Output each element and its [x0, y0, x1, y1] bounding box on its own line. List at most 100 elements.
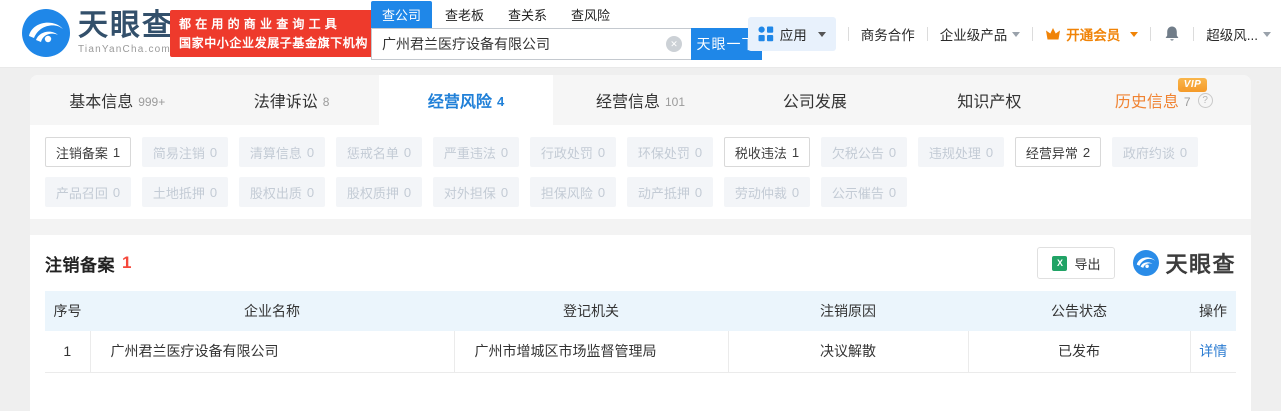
filter-label: 经营异常	[1026, 143, 1078, 162]
search-area: 查公司 查老板 查关系 查风险 天眼一下	[371, 3, 762, 60]
notification-bell-icon[interactable]	[1163, 25, 1181, 43]
filter-count: 0	[695, 185, 702, 200]
promo-banner[interactable]: 都在用的商业查询工具 国家中小企业发展子基金旗下机构	[170, 10, 377, 57]
page: 天眼查 TianYanCha.com 都在用的商业查询工具 国家中小企业发展子基…	[0, 0, 1281, 411]
filter-tax-arrears: 欠税公告0	[821, 137, 907, 167]
open-vip-button[interactable]: 开通会员	[1045, 24, 1138, 44]
divider	[848, 27, 849, 41]
company-detail-card: 基本信息 999+ 法律诉讼 8 经营风险 4 经营信息 101 公司发展 知识…	[30, 75, 1251, 411]
filter-count: 0	[792, 185, 799, 200]
cell-cancellation-reason: 决议解散	[728, 331, 968, 372]
section-count: 1	[122, 253, 131, 273]
divider	[927, 27, 928, 41]
brand-domain: TianYanCha.com	[78, 44, 174, 55]
nav-super-risk-label: 超级风...	[1206, 24, 1258, 44]
clear-icon[interactable]	[666, 36, 682, 52]
watermark-logo: 天眼查	[1133, 247, 1236, 279]
tab-company-development[interactable]: 公司发展	[728, 75, 902, 125]
filter-simple-cancellation: 简易注销 0	[142, 137, 228, 167]
crown-icon	[1045, 27, 1061, 41]
filter-label: 公示催告	[832, 183, 884, 202]
filter-label: 惩戒名单	[347, 143, 399, 162]
cell-serial: 1	[45, 331, 90, 372]
divider	[1150, 27, 1151, 41]
filter-environmental-penalty: 环保处罚 0	[627, 137, 713, 167]
filter-product-recall: 产品召回0	[45, 177, 131, 207]
filter-count: 0	[1180, 145, 1187, 160]
filter-label: 股权出质	[250, 183, 302, 202]
tab-label: 历史信息	[1115, 88, 1179, 112]
tab-intellectual-property[interactable]: 知识产权	[902, 75, 1076, 125]
apps-menu[interactable]: 应用	[748, 17, 836, 51]
divider	[1032, 27, 1033, 41]
chevron-down-icon	[818, 32, 826, 41]
help-question-icon[interactable]	[1198, 93, 1213, 108]
filter-count: 2	[1083, 145, 1090, 160]
filter-count: 0	[598, 145, 605, 160]
filter-equity-pledge: 股权质押0	[336, 177, 422, 207]
tab-operating-info[interactable]: 经营信息 101	[553, 75, 727, 125]
filter-count: 1	[792, 145, 799, 160]
filter-count: 0	[404, 145, 411, 160]
nav-business-cooperation[interactable]: 商务合作	[861, 24, 915, 44]
filter-business-abnormality[interactable]: 经营异常 2	[1015, 137, 1101, 167]
vip-badge: VIP	[1178, 78, 1208, 92]
filter-tax-violation[interactable]: 税收违法 1	[724, 137, 810, 167]
filter-count: 0	[889, 185, 896, 200]
filter-administrative-penalty: 行政处罚0	[530, 137, 616, 167]
cell-company-name: 广州君兰医疗设备有限公司	[90, 331, 454, 372]
excel-icon	[1052, 256, 1067, 271]
search-tab-company[interactable]: 查公司	[371, 1, 432, 28]
export-label: 导出	[1074, 254, 1100, 273]
filter-count: 0	[307, 145, 314, 160]
nav-enterprise-products[interactable]: 企业级产品	[940, 24, 1021, 44]
search-tab-risk[interactable]: 查风险	[571, 1, 610, 28]
brand-name: 天眼查	[78, 11, 174, 41]
tianyancha-logo-icon	[22, 9, 70, 57]
search-tab-relation[interactable]: 查关系	[508, 1, 547, 28]
filter-equity-pledge-out: 股权出质 0	[239, 177, 325, 207]
search-tab-boss[interactable]: 查老板	[445, 1, 484, 28]
filter-violation-handling: 违规处理0	[918, 137, 1004, 167]
filter-cancellation-filing[interactable]: 注销备案1	[45, 137, 131, 167]
filter-label: 政府约谈	[1123, 143, 1175, 162]
header-nav: 应用 商务合作 企业级产品 开通会员	[748, 0, 1271, 68]
tab-count: 101	[665, 95, 685, 109]
nav-super-risk[interactable]: 超级风...	[1206, 24, 1271, 44]
tab-legal-proceedings[interactable]: 法律诉讼 8	[204, 75, 378, 125]
filter-label: 对外担保	[444, 183, 496, 202]
filter-land-mortgage: 土地抵押0	[142, 177, 228, 207]
cell-registration-authority: 广州市增城区市场监督管理局	[454, 331, 728, 372]
filter-count: 0	[210, 145, 217, 160]
tab-history-info[interactable]: 历史信息 7 VIP	[1077, 75, 1251, 125]
tab-label: 经营信息	[596, 88, 660, 112]
filter-chattel-mortgage: 动产抵押0	[627, 177, 713, 207]
tab-label: 经营风险	[428, 88, 492, 112]
detail-link[interactable]: 详情	[1199, 343, 1227, 359]
filter-external-guarantee: 对外担保0	[433, 177, 519, 207]
filter-label: 环保处罚	[638, 143, 690, 162]
tab-basic-info[interactable]: 基本信息 999+	[30, 75, 204, 125]
filter-count: 0	[889, 145, 896, 160]
nav-enterprise-label: 企业级产品	[940, 24, 1008, 44]
tianyancha-logo[interactable]: 天眼查 TianYanCha.com	[22, 9, 174, 57]
filter-count: 0	[695, 145, 702, 160]
open-vip-label: 开通会员	[1066, 24, 1120, 44]
filter-row-1: 注销备案1 简易注销0 清算信息0 惩戒名单0 严重违法0 行政处罚0 环保处罚…	[45, 137, 1236, 167]
tab-operational-risk[interactable]: 经营风险 4	[379, 75, 553, 125]
filter-count: 0	[307, 185, 314, 200]
filter-liquidation-info: 清算信息0	[239, 137, 325, 167]
filter-label: 简易注销	[153, 143, 205, 162]
filter-count: 0	[404, 185, 411, 200]
search-input[interactable]	[371, 28, 691, 60]
col-company-name: 企业名称	[90, 291, 454, 331]
tab-count: 4	[497, 94, 504, 109]
filter-label: 税收违法	[735, 143, 787, 162]
export-button[interactable]: 导出	[1037, 247, 1115, 279]
cancellation-filing-table: 序号 企业名称 登记机关 注销原因 公告状态 操作 1 广州君兰医疗设备有限公司…	[45, 291, 1236, 373]
table-header-row: 序号 企业名称 登记机关 注销原因 公告状态 操作	[45, 291, 1236, 331]
filter-count: 0	[598, 185, 605, 200]
filter-count: 1	[113, 145, 120, 160]
divider	[1193, 27, 1194, 41]
filter-row-2: 产品召回0 土地抵押0 股权出质0 股权质押0 对外担保0 担保风险0 动产抵押…	[45, 177, 1236, 207]
